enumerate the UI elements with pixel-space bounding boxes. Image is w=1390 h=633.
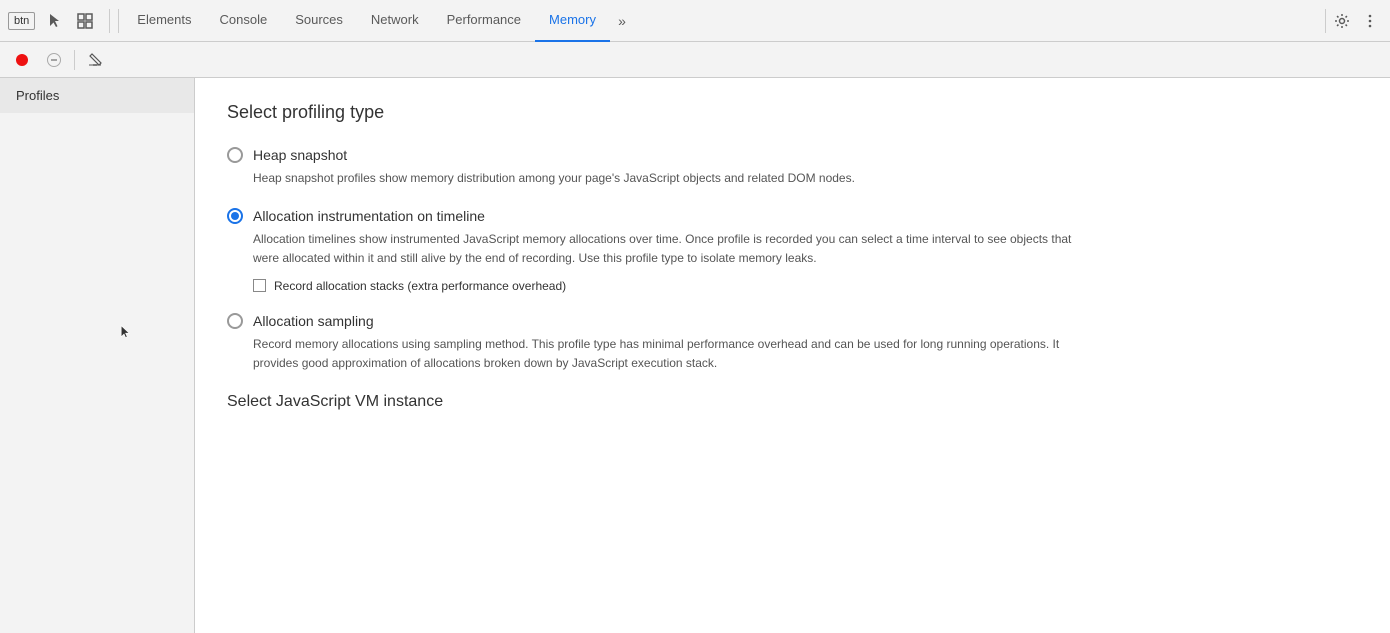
- tab-network[interactable]: Network: [357, 0, 433, 42]
- toolbar-divider-2: [1325, 9, 1326, 33]
- tab-console[interactable]: Console: [206, 0, 282, 42]
- heap-snapshot-desc: Heap snapshot profiles show memory distr…: [253, 169, 1073, 188]
- allocation-sampling-label: Allocation sampling: [253, 313, 374, 329]
- page-title: Select profiling type: [227, 102, 1358, 123]
- option-allocation-instrumentation: Allocation instrumentation on timeline A…: [227, 208, 1358, 292]
- record-button[interactable]: [8, 46, 36, 74]
- toolbar-right: [1330, 9, 1382, 33]
- allocation-stacks-label: Record allocation stacks (extra performa…: [274, 279, 566, 293]
- allocation-sampling-radio[interactable]: [227, 313, 243, 329]
- heap-snapshot-label: Heap snapshot: [253, 147, 347, 163]
- cursor-icon[interactable]: [43, 9, 67, 33]
- sidebar-item-profiles[interactable]: Profiles: [0, 78, 194, 113]
- toolbar-left: [43, 9, 110, 33]
- secondary-divider: [74, 50, 75, 70]
- content-panel: Select profiling type Heap snapshot Heap…: [195, 78, 1390, 633]
- clear-button[interactable]: [81, 46, 109, 74]
- allocation-stacks-checkbox-row: Record allocation stacks (extra performa…: [253, 279, 1358, 293]
- tab-performance[interactable]: Performance: [433, 0, 535, 42]
- tab-elements[interactable]: Elements: [123, 0, 205, 42]
- sidebar: Profiles: [0, 78, 195, 633]
- tabs-container: Elements Console Sources Network Perform…: [123, 0, 1321, 41]
- devtools-toolbar: btn Elements Console Sources Network Per…: [0, 0, 1390, 42]
- btn-tag[interactable]: btn: [8, 12, 35, 30]
- allocation-stacks-checkbox[interactable]: [253, 279, 266, 292]
- inspect-icon[interactable]: [73, 9, 97, 33]
- stop-button[interactable]: [40, 46, 68, 74]
- more-tabs-icon[interactable]: »: [610, 9, 634, 33]
- tab-sources[interactable]: Sources: [281, 0, 357, 42]
- toolbar-divider-1: [118, 9, 119, 33]
- heap-snapshot-radio-row: Heap snapshot: [227, 147, 1358, 163]
- allocation-sampling-radio-row: Allocation sampling: [227, 313, 1358, 329]
- heap-snapshot-radio[interactable]: [227, 147, 243, 163]
- allocation-instrumentation-radio-row: Allocation instrumentation on timeline: [227, 208, 1358, 224]
- secondary-toolbar: [0, 42, 1390, 78]
- allocation-instrumentation-desc: Allocation timelines show instrumented J…: [253, 230, 1073, 268]
- settings-icon[interactable]: [1330, 9, 1354, 33]
- tab-memory[interactable]: Memory: [535, 0, 610, 42]
- allocation-instrumentation-radio[interactable]: [227, 208, 243, 224]
- main-layout: Profiles Select profiling type Heap snap…: [0, 78, 1390, 633]
- allocation-instrumentation-label: Allocation instrumentation on timeline: [253, 208, 485, 224]
- more-options-icon[interactable]: [1358, 9, 1382, 33]
- vm-instance-section-title: Select JavaScript VM instance: [227, 393, 1358, 411]
- option-heap-snapshot: Heap snapshot Heap snapshot profiles sho…: [227, 147, 1358, 188]
- allocation-sampling-desc: Record memory allocations using sampling…: [253, 335, 1073, 373]
- option-allocation-sampling: Allocation sampling Record memory alloca…: [227, 313, 1358, 373]
